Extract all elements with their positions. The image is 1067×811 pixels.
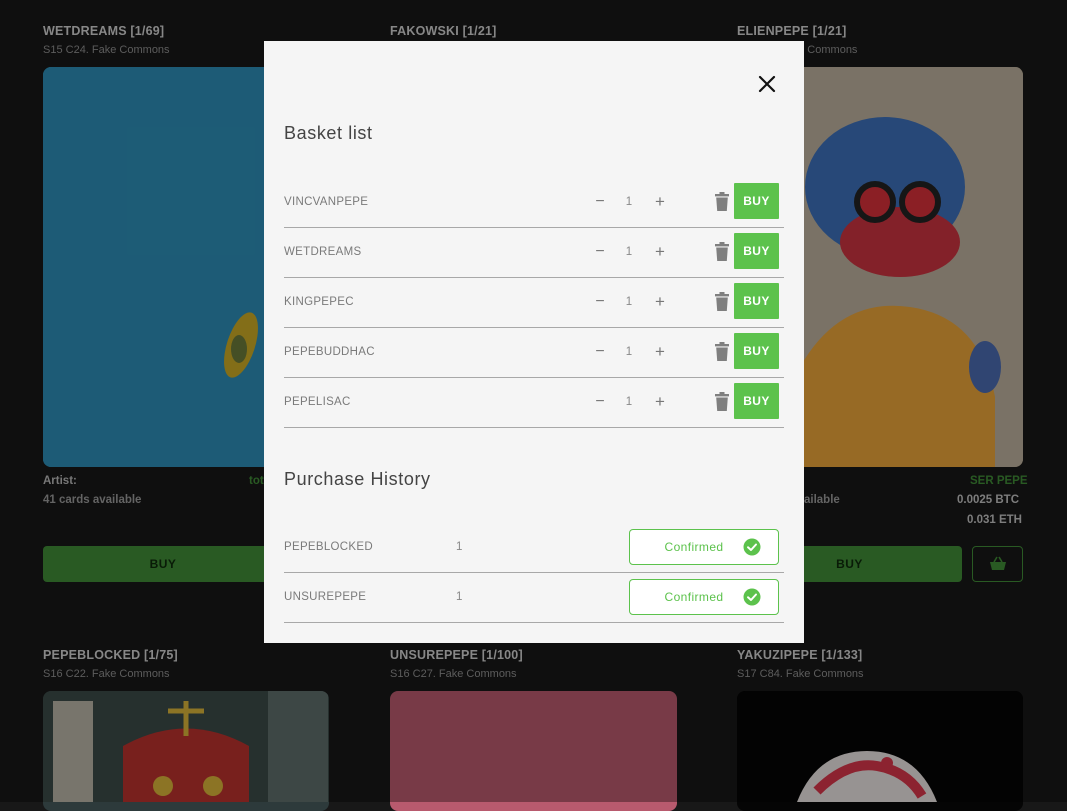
decrease-qty-button[interactable]: − bbox=[594, 392, 606, 412]
increase-qty-button[interactable]: + bbox=[652, 242, 668, 262]
item-qty: 1 bbox=[456, 541, 463, 553]
status-label: Confirmed bbox=[664, 590, 724, 604]
check-circle-icon bbox=[743, 588, 761, 606]
trash-icon bbox=[715, 242, 729, 261]
trash-icon bbox=[715, 392, 729, 411]
basket-modal: Basket list VINCVANPEPE − 1 + BUY WETDRE… bbox=[264, 41, 804, 643]
item-name: PEPELISAC bbox=[284, 396, 351, 408]
close-icon bbox=[758, 75, 776, 93]
increase-qty-button[interactable]: + bbox=[652, 292, 668, 312]
status-badge: Confirmed bbox=[629, 579, 779, 615]
history-row: PEPEBLOCKED 1 Confirmed bbox=[284, 522, 784, 573]
buy-button[interactable]: BUY bbox=[734, 383, 779, 419]
basket-title: Basket list bbox=[284, 123, 373, 143]
status-label: Confirmed bbox=[664, 540, 724, 554]
item-qty: 1 bbox=[456, 591, 463, 603]
trash-icon bbox=[715, 292, 729, 311]
status-badge: Confirmed bbox=[629, 529, 779, 565]
delete-button[interactable] bbox=[714, 342, 730, 362]
delete-button[interactable] bbox=[714, 392, 730, 412]
buy-button[interactable]: BUY bbox=[734, 283, 779, 319]
buy-button[interactable]: BUY bbox=[734, 233, 779, 269]
increase-qty-button[interactable]: + bbox=[652, 392, 668, 412]
basket-row: PEPELISAC − 1 + BUY bbox=[284, 377, 784, 428]
trash-icon bbox=[715, 342, 729, 361]
item-qty: 1 bbox=[625, 346, 633, 358]
delete-button[interactable] bbox=[714, 242, 730, 262]
basket-row: KINGPEPEC − 1 + BUY bbox=[284, 277, 784, 328]
check-circle-icon bbox=[743, 538, 761, 556]
increase-qty-button[interactable]: + bbox=[652, 342, 668, 362]
item-qty: 1 bbox=[625, 196, 633, 208]
close-button[interactable] bbox=[756, 73, 778, 95]
item-name: VINCVANPEPE bbox=[284, 196, 369, 208]
delete-button[interactable] bbox=[714, 192, 730, 212]
trash-icon bbox=[715, 192, 729, 211]
basket-row: VINCVANPEPE − 1 + BUY bbox=[284, 177, 784, 228]
item-name: UNSUREPEPE bbox=[284, 591, 367, 603]
buy-button[interactable]: BUY bbox=[734, 333, 779, 369]
basket-row: PEPEBUDDHAC − 1 + BUY bbox=[284, 327, 784, 378]
item-name: PEPEBUDDHAC bbox=[284, 346, 375, 358]
increase-qty-button[interactable]: + bbox=[652, 192, 668, 212]
decrease-qty-button[interactable]: − bbox=[594, 342, 606, 362]
item-name: WETDREAMS bbox=[284, 246, 362, 258]
delete-button[interactable] bbox=[714, 292, 730, 312]
item-name: PEPEBLOCKED bbox=[284, 541, 373, 553]
item-qty: 1 bbox=[625, 396, 633, 408]
item-qty: 1 bbox=[625, 246, 633, 258]
item-name: KINGPEPEC bbox=[284, 296, 354, 308]
buy-button[interactable]: BUY bbox=[734, 183, 779, 219]
purchase-history-title: Purchase History bbox=[284, 469, 431, 489]
item-qty: 1 bbox=[625, 296, 633, 308]
decrease-qty-button[interactable]: − bbox=[594, 192, 606, 212]
basket-row: WETDREAMS − 1 + BUY bbox=[284, 227, 784, 278]
decrease-qty-button[interactable]: − bbox=[594, 292, 606, 312]
history-row: UNSUREPEPE 1 Confirmed bbox=[284, 572, 784, 623]
decrease-qty-button[interactable]: − bbox=[594, 242, 606, 262]
